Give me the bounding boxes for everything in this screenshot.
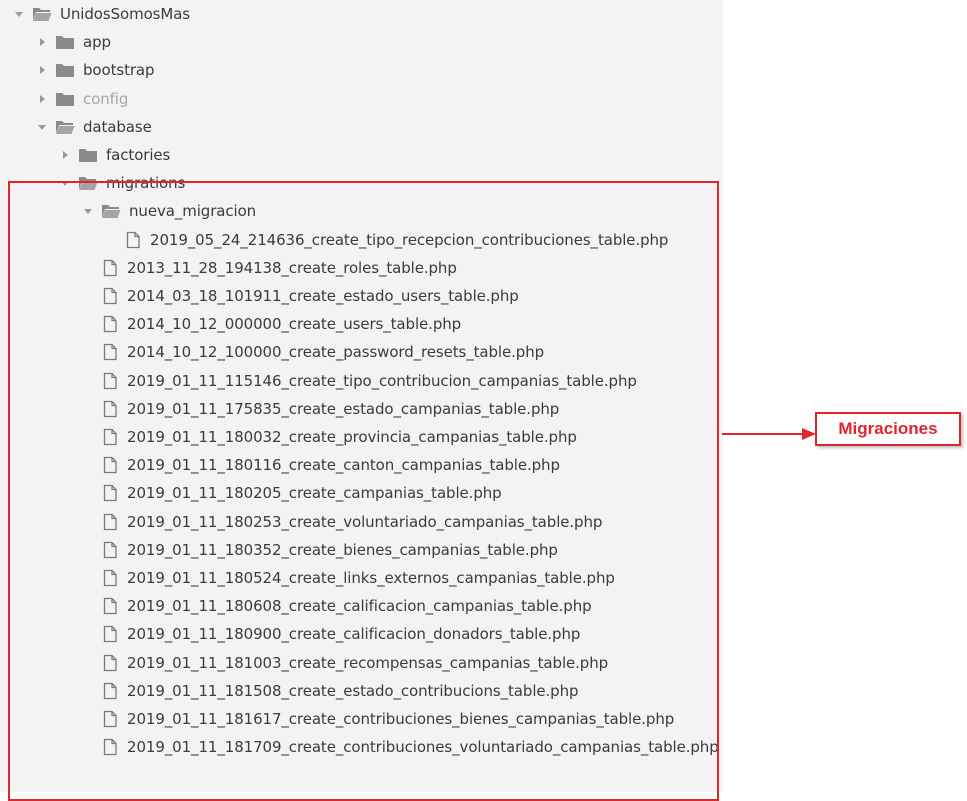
folder-icon — [55, 62, 75, 78]
migrations-highlight-box — [8, 181, 719, 801]
folder-icon — [55, 34, 75, 50]
chevron-right-icon[interactable] — [37, 37, 47, 47]
folder-app[interactable]: app — [37, 28, 111, 56]
chevron-down-icon[interactable] — [37, 122, 47, 132]
folder-bootstrap[interactable]: bootstrap — [37, 56, 155, 84]
folder-open-icon — [32, 6, 52, 22]
folder-icon — [55, 91, 75, 107]
folder-label: bootstrap — [83, 61, 155, 80]
folder-open-icon — [55, 119, 75, 135]
folder-icon — [78, 147, 98, 163]
folder-label: factories — [106, 146, 171, 164]
folder-unidossomosmas[interactable]: UnidosSomosMas — [14, 0, 190, 28]
callout-arrow-icon — [802, 428, 816, 440]
chevron-right-icon[interactable] — [37, 65, 47, 75]
folder-label: database — [83, 117, 152, 136]
migraciones-callout: Migraciones — [815, 412, 961, 446]
chevron-right-icon[interactable] — [37, 94, 47, 104]
callout-connector-line — [722, 433, 807, 435]
folder-label: config — [83, 89, 129, 108]
chevron-right-icon[interactable] — [60, 150, 70, 160]
folder-factories[interactable]: factories — [60, 141, 170, 169]
folder-config[interactable]: config — [37, 85, 128, 113]
folder-label: UnidosSomosMas — [60, 5, 191, 23]
folder-label: app — [83, 33, 111, 52]
folder-database[interactable]: database — [37, 113, 152, 141]
chevron-down-icon[interactable] — [14, 9, 24, 19]
